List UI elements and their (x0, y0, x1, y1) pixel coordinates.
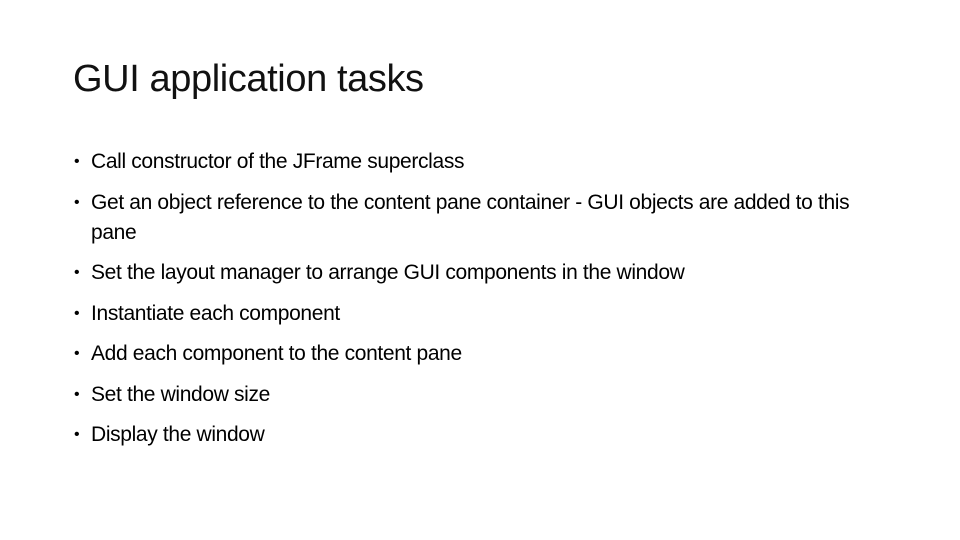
bullet-text: Call constructor of the JFrame superclas… (91, 150, 465, 173)
bullet-item: • Set the window size (74, 380, 894, 410)
bullet-item: • Set the layout manager to arrange GUI c… (74, 258, 894, 288)
slide: GUI application tasks • Call constructor … (0, 0, 960, 540)
bullet-item: • Add each component to the content pane (74, 339, 894, 369)
bullet-text: Set the layout manager to arrange GUI co… (91, 261, 685, 284)
slide-title: GUI application tasks (73, 58, 424, 100)
bullet-icon: • (74, 426, 80, 443)
bullet-text: Instantiate each component (91, 301, 340, 325)
bullet-icon: • (74, 193, 80, 211)
bullet-text: Add each component to the content pane (91, 342, 462, 365)
bullet-icon: • (74, 264, 80, 281)
bullet-icon: • (74, 304, 80, 322)
bullet-icon: • (74, 345, 80, 362)
bullet-item: • Call constructor of the JFrame supercla… (74, 147, 894, 177)
bullet-icon: • (74, 385, 80, 403)
bullet-icon: • (74, 153, 80, 170)
bullet-item: • Get an object reference to the content … (74, 188, 894, 248)
bullet-item: • Instantiate each component (74, 299, 894, 329)
bullet-text: Get an object reference to the content p… (91, 190, 850, 244)
bullet-item: • Display the window (74, 420, 894, 450)
bullet-text: Display the window (91, 423, 265, 446)
bullet-list: • Call constructor of the JFrame supercla… (74, 147, 894, 461)
bullet-text: Set the window size (91, 382, 270, 406)
